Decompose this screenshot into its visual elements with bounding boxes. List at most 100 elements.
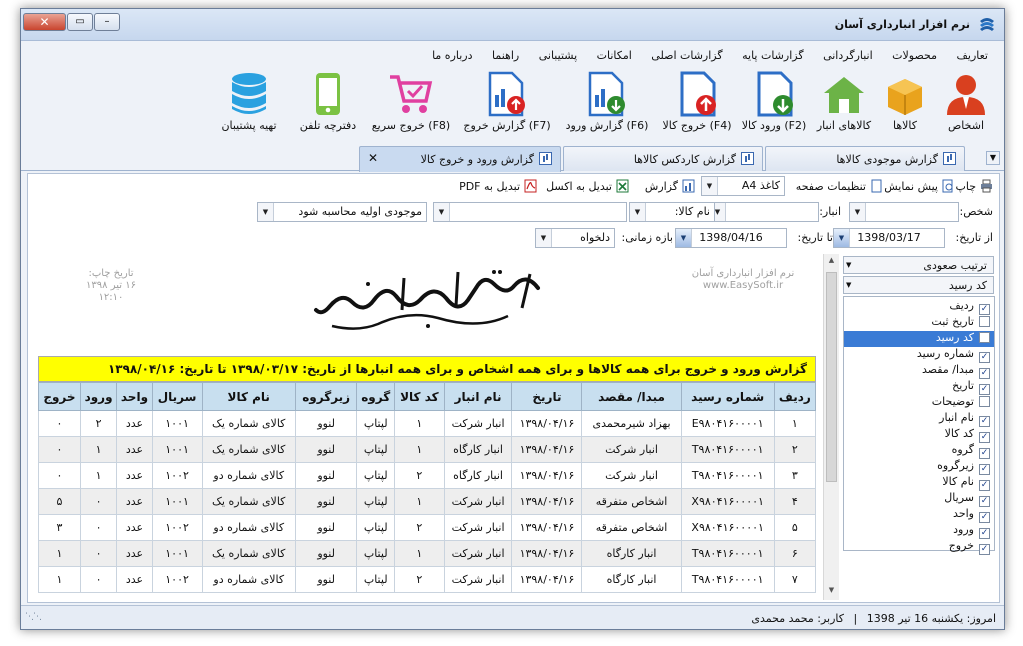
checked-checkbox-icon[interactable]: ✓	[979, 304, 990, 315]
checked-checkbox-icon[interactable]: ✓	[979, 384, 990, 395]
scroll-thumb[interactable]	[826, 272, 837, 482]
goods-button[interactable]: کالاها	[877, 67, 933, 147]
column-header[interactable]: تاریخ	[511, 382, 583, 411]
checked-checkbox-icon[interactable]: ✓	[979, 432, 990, 443]
persons-button[interactable]: اشخاص	[933, 67, 999, 147]
goods-out-button[interactable]: خروج کالا (F4)	[659, 67, 735, 147]
warehouse-select[interactable]: ▼	[709, 202, 819, 222]
column-toggle-item[interactable]: ✓ گروه	[844, 443, 994, 459]
unchecked-checkbox-icon[interactable]	[979, 316, 990, 327]
tabs-dropdown-button[interactable]: ▼	[986, 151, 1000, 165]
column-toggle-item[interactable]: ✓ تاریخ	[844, 379, 994, 395]
tab-cardex-report[interactable]: گزارش کاردکس کالاها	[563, 146, 763, 171]
column-toggle-item[interactable]: ✓ مبدا/ مقصد	[844, 363, 994, 379]
column-toggle-item[interactable]: ✓ خروج	[844, 539, 994, 555]
table-row[interactable]: ۵ X۹۸۰۴۱۶۰۰۰۰۱ اشخاص متفرقه ۱۳۹۸/۰۴/۱۶ انبار…	[38, 514, 817, 541]
column-header[interactable]: مبدا/ مقصد	[581, 382, 682, 411]
menu-features[interactable]: امکانات	[589, 45, 640, 66]
column-toggle-item[interactable]: کد رسید	[844, 331, 994, 347]
sort-order-select[interactable]: ترتیب صعودی ▼	[843, 256, 994, 274]
column-header[interactable]: ردیف	[773, 382, 817, 411]
menu-help[interactable]: راهنما	[484, 45, 527, 66]
checked-checkbox-icon[interactable]: ✓	[979, 368, 990, 379]
resize-grip-icon[interactable]: ⋰⋰	[25, 612, 42, 622]
column-header[interactable]: ورود	[79, 382, 118, 411]
report-button[interactable]: گزارش	[645, 179, 695, 193]
column-header[interactable]: سریال	[151, 382, 203, 411]
column-toggle-item[interactable]: ✓ سریال	[844, 491, 994, 507]
print-button[interactable]: چاپ	[955, 179, 993, 193]
time-range-select[interactable]: دلخواه ▼	[535, 228, 615, 248]
phonebook-button[interactable]: دفترچه تلفن	[291, 67, 365, 147]
menu-stocktaking[interactable]: انبارگردانی	[815, 45, 881, 66]
column-toggle-item[interactable]: ✓ ورود	[844, 523, 994, 539]
quick-out-button[interactable]: خروج سریع (F8)	[365, 67, 457, 147]
checked-checkbox-icon[interactable]: ✓	[979, 496, 990, 507]
page-setup-button[interactable]: تنظیمات صفحه	[796, 179, 883, 193]
in-report-button[interactable]: گزارش ورود (F6)	[559, 67, 655, 147]
goods-select[interactable]: ▼	[433, 202, 627, 222]
column-header[interactable]: کد کالا	[394, 382, 445, 411]
menu-about[interactable]: درباره ما	[424, 45, 480, 66]
menu-support[interactable]: پشتیبانی	[531, 45, 585, 66]
column-toggle-item[interactable]: ✓ زیرگروه	[844, 459, 994, 475]
menu-products[interactable]: محصولات	[884, 45, 945, 66]
column-toggle-item[interactable]: ✓ نام کالا	[844, 475, 994, 491]
checked-checkbox-icon[interactable]: ✓	[979, 528, 990, 539]
scroll-down-arrow-icon[interactable]: ▼	[826, 586, 837, 598]
unchecked-checkbox-icon[interactable]	[979, 396, 990, 407]
column-header[interactable]: گروه	[356, 382, 396, 411]
column-header[interactable]: خروج	[38, 382, 81, 411]
column-header[interactable]: زیرگروه	[294, 382, 358, 411]
column-toggle-item[interactable]: ✓ کد کالا	[844, 427, 994, 443]
to-pdf-button[interactable]: تبدیل به PDF	[459, 179, 537, 193]
column-toggle-item[interactable]: ✓ شماره رسید	[844, 347, 994, 363]
checked-checkbox-icon[interactable]: ✓	[979, 544, 990, 555]
initial-inventory-select[interactable]: موجودی اولیه محاسبه شود ▼	[257, 202, 427, 222]
warehouse-goods-button[interactable]: کالاهای انبار	[811, 67, 877, 147]
to-excel-button[interactable]: تبدیل به اکسل	[546, 179, 629, 193]
close-tab-icon[interactable]: ✕	[368, 151, 378, 165]
menu-main-reports[interactable]: گزارشات اصلی	[643, 45, 730, 66]
scroll-up-arrow-icon[interactable]: ▲	[826, 256, 837, 268]
preview-button[interactable]: پیش نمایش	[884, 179, 955, 193]
table-row[interactable]: ۴ X۹۸۰۴۱۶۰۰۰۰۱ اشخاص متفرقه ۱۳۹۸/۰۴/۱۶ انبار…	[38, 488, 817, 515]
backup-button[interactable]: تهیه پشتیبان	[209, 67, 289, 147]
table-row[interactable]: ۳ T۹۸۰۴۱۶۰۰۰۰۱ انبار شرکت ۱۳۹۸/۰۴/۱۶ انبار ک…	[38, 462, 817, 489]
to-date-picker[interactable]: 1398/04/16 ▼	[675, 228, 787, 248]
unchecked-checkbox-icon[interactable]	[979, 332, 990, 343]
sort-by-select[interactable]: کد رسید ▼	[843, 276, 994, 294]
person-select[interactable]: ▼	[849, 202, 959, 222]
column-header[interactable]: شماره رسید	[680, 382, 775, 411]
checked-checkbox-icon[interactable]: ✓	[979, 464, 990, 475]
tab-inventory-report[interactable]: گزارش موجودی کالاها	[765, 146, 965, 171]
minimize-window-button[interactable]: –	[94, 13, 120, 31]
table-row[interactable]: ۲ T۹۸۰۴۱۶۰۰۰۰۱ انبار شرکت ۱۳۹۸/۰۴/۱۶ انبار ک…	[38, 436, 817, 463]
checked-checkbox-icon[interactable]: ✓	[979, 352, 990, 363]
goods-in-button[interactable]: ورود کالا (F2)	[737, 67, 811, 147]
paper-size-select[interactable]: کاغذ A4 ▼	[701, 176, 785, 196]
column-header[interactable]: نام انبار	[443, 382, 513, 411]
maximize-window-button[interactable]: ▭	[67, 13, 93, 31]
column-header[interactable]: نام کالا	[201, 382, 296, 411]
checked-checkbox-icon[interactable]: ✓	[979, 512, 990, 523]
column-toggle-item[interactable]: ✓ ردیف	[844, 299, 994, 315]
checked-checkbox-icon[interactable]: ✓	[979, 448, 990, 459]
column-toggle-item[interactable]: توضیحات	[844, 395, 994, 411]
close-window-button[interactable]: ✕	[23, 13, 66, 31]
menu-basic-reports[interactable]: گزارشات پایه	[734, 45, 811, 66]
menu-definitions[interactable]: تعاریف	[949, 45, 996, 66]
column-toggle-item[interactable]: تاریخ ثبت	[844, 315, 994, 331]
table-row[interactable]: ۱ E۹۸۰۴۱۶۰۰۰۰۱ بهزاد شیرمحمدی ۱۳۹۸/۰۴/۱۶ انب…	[38, 410, 817, 437]
tab-in-out-report[interactable]: گزارش ورود و خروج کالا ✕	[359, 146, 561, 172]
report-vertical-scrollbar[interactable]: ▲ ▼	[823, 254, 839, 600]
table-row[interactable]: ۶ T۹۸۰۴۱۶۰۰۰۰۱ انبار کارگاه ۱۳۹۸/۰۴/۱۶ انبار…	[38, 540, 817, 567]
goods-field-select[interactable]: نام کالا: ▼	[629, 202, 715, 222]
checked-checkbox-icon[interactable]: ✓	[979, 416, 990, 427]
out-report-button[interactable]: گزارش خروج (F7)	[459, 67, 555, 147]
column-header[interactable]: واحد	[116, 382, 153, 411]
from-date-picker[interactable]: 1398/03/17 ▼	[833, 228, 945, 248]
column-toggle-item[interactable]: ✓ نام انبار	[844, 411, 994, 427]
table-row[interactable]: ۷ T۹۸۰۴۱۶۰۰۰۰۱ انبار کارگاه ۱۳۹۸/۰۴/۱۶ انبار…	[38, 566, 817, 593]
column-toggle-item[interactable]: ✓ واحد	[844, 507, 994, 523]
